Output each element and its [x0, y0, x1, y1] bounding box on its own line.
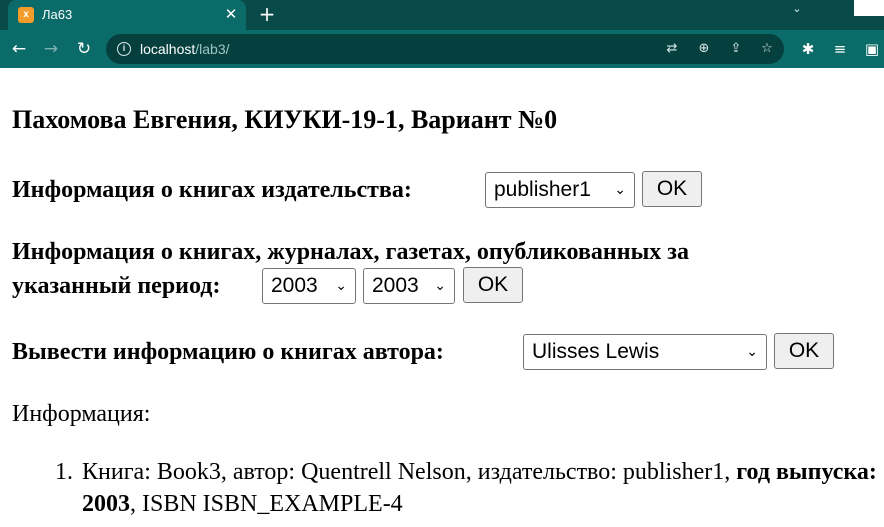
tab-strip: x Ла63 ✕ + ⌄: [0, 0, 884, 30]
chevron-down-icon: ⌄: [614, 182, 626, 198]
period-label-line2: указанный период:: [12, 273, 221, 299]
chevron-down-icon: ⌄: [746, 344, 758, 360]
publisher-label: Информация о книгах издательства:: [12, 177, 412, 203]
url-host: localhost: [140, 41, 196, 57]
author-select[interactable]: Ulisses Lewis ⌄: [523, 334, 767, 370]
list-item-text: Книга: Book3, автор: Quentrell Nelson, и…: [82, 456, 884, 520]
share-icon[interactable]: ⇪: [726, 39, 746, 59]
publisher-ok-button[interactable]: OK: [642, 171, 702, 207]
result-part2: , ISBN ISBN_EXAMPLE-4: [130, 491, 403, 517]
chevron-down-icon: ⌄: [335, 278, 347, 294]
list-item-number: 1.: [55, 459, 73, 485]
author-ok-button[interactable]: OK: [774, 333, 834, 369]
author-select-value: Ulisses Lewis: [532, 340, 660, 363]
forward-icon[interactable]: →: [40, 38, 62, 60]
tab-search-icon[interactable]: ⌄: [788, 2, 806, 16]
browser-tab[interactable]: x Ла63 ✕: [8, 0, 246, 30]
back-icon[interactable]: ←: [8, 38, 30, 60]
window-control-area: [824, 0, 854, 16]
period-to-value: 2003: [372, 274, 419, 297]
author-label: Вывести информацию о книгах автора:: [12, 339, 444, 365]
period-ok-button[interactable]: OK: [463, 267, 523, 303]
info-heading: Информация:: [12, 401, 151, 427]
period-from-value: 2003: [271, 274, 318, 297]
reload-icon[interactable]: ↻: [73, 38, 95, 60]
translate-icon[interactable]: ⇄: [662, 39, 682, 59]
info-icon[interactable]: i: [117, 42, 131, 56]
url-text[interactable]: localhost/lab3/: [140, 40, 230, 58]
star-icon[interactable]: ☆: [757, 39, 777, 59]
tab-title: Ла63: [42, 7, 73, 22]
sidepanel-icon[interactable]: ▣: [861, 38, 883, 60]
media-icon[interactable]: ≡: [829, 38, 851, 60]
publisher-select[interactable]: publisher1 ⌄: [485, 172, 635, 208]
close-icon[interactable]: ✕: [222, 5, 240, 23]
extensions-icon[interactable]: ✱: [797, 38, 819, 60]
zoom-icon[interactable]: ⊕: [694, 39, 714, 59]
period-to-select[interactable]: 2003 ⌄: [363, 268, 455, 304]
period-from-select[interactable]: 2003 ⌄: [262, 268, 356, 304]
browser-toolbar: ← → ↻ i localhost/lab3/ ⇄ ⊕ ⇪ ☆ ✱ ≡ ▣: [0, 30, 884, 68]
xampp-favicon-icon: x: [18, 7, 34, 23]
window-control[interactable]: [854, 0, 884, 16]
period-label-line1: Информация о книгах, журналах, газетах, …: [12, 239, 689, 265]
chevron-down-icon: ⌄: [434, 278, 446, 294]
new-tab-icon[interactable]: +: [256, 3, 278, 25]
address-bar[interactable]: i localhost/lab3/ ⇄ ⊕ ⇪ ☆: [106, 34, 784, 64]
url-path: /lab3/: [195, 41, 230, 57]
page-title: Пахомова Евгения, КИУКИ-19-1, Вариант №0: [12, 105, 558, 134]
publisher-select-value: publisher1: [494, 178, 591, 201]
result-part1: Книга: Book3, автор: Quentrell Nelson, и…: [82, 459, 737, 485]
